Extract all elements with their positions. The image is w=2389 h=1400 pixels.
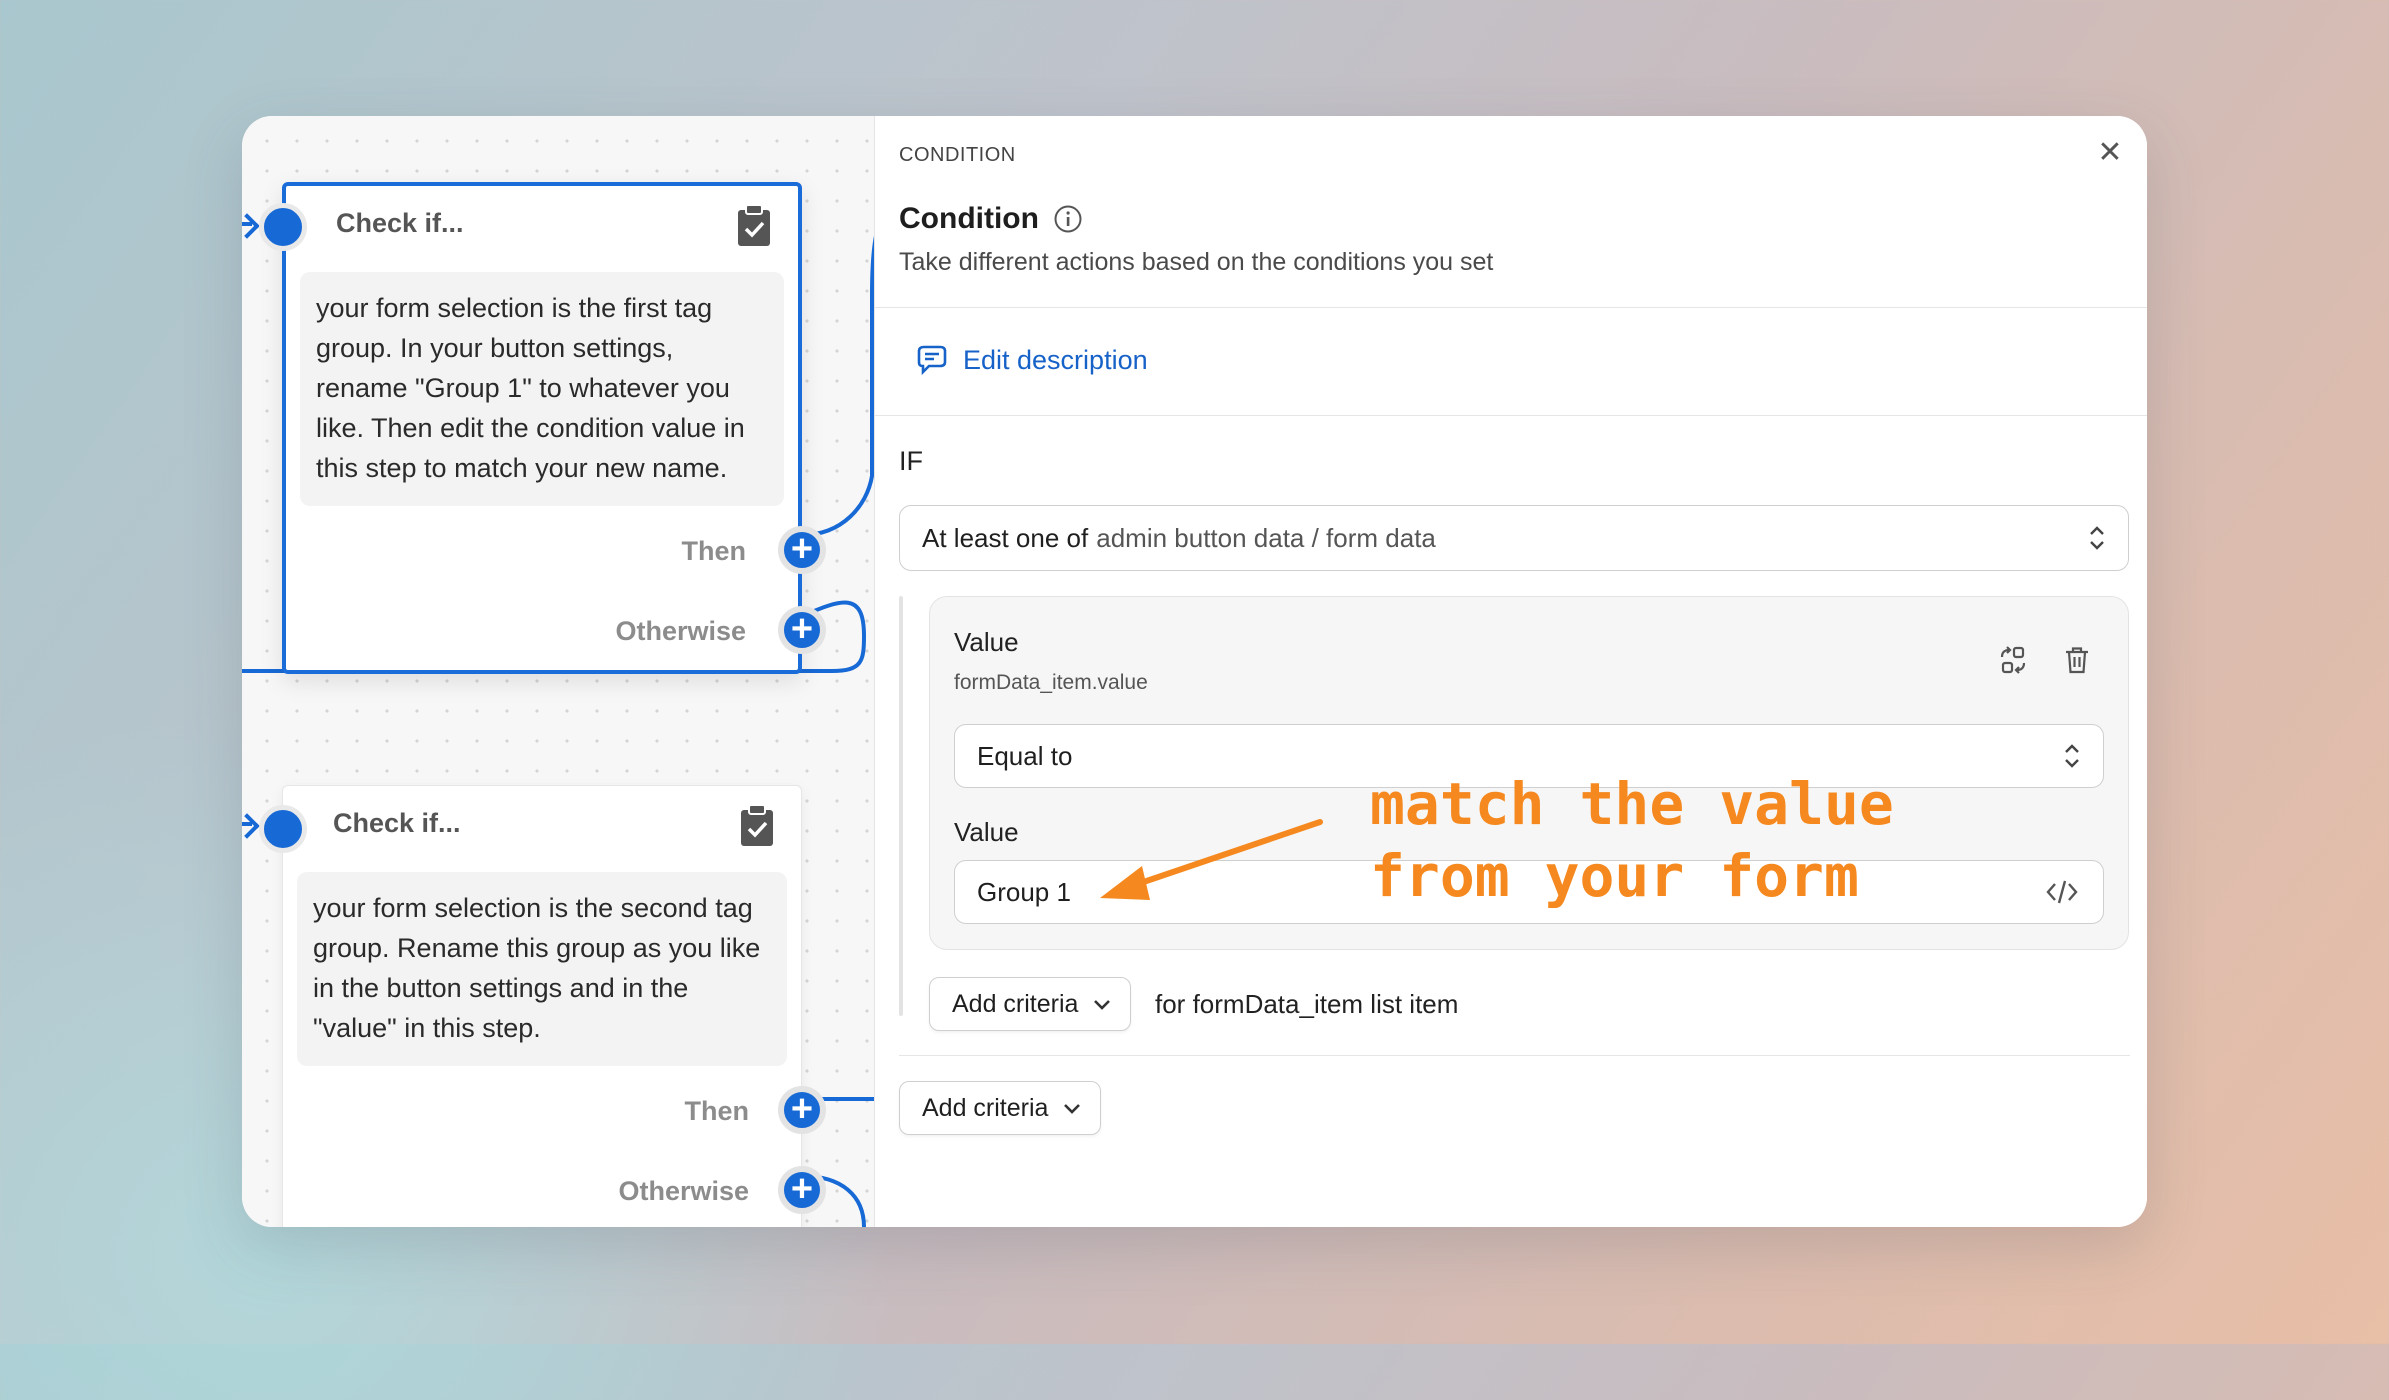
branch-then: Then + <box>286 510 826 590</box>
node-description: your form selection is the second tag gr… <box>297 872 787 1066</box>
info-icon[interactable] <box>1053 204 1083 234</box>
comment-edit-icon <box>917 345 947 376</box>
add-then-step-button[interactable]: + <box>778 526 826 574</box>
node-description: your form selection is the first tag gro… <box>300 272 784 506</box>
panel-subtitle: Take different actions based on the cond… <box>899 248 1494 276</box>
branch-then-label: Then <box>681 536 747 566</box>
add-otherwise-step-button[interactable]: + <box>778 606 826 654</box>
panel-title: Condition <box>899 202 1039 235</box>
condition-node[interactable]: Check if... your form selection is the f… <box>259 182 826 674</box>
divider <box>875 415 2147 416</box>
clipboard-check-icon <box>741 804 773 846</box>
add-criteria-outer-button[interactable]: Add criteria <box>899 1081 1102 1135</box>
close-icon[interactable]: ✕ <box>2095 138 2125 168</box>
code-icon[interactable] <box>2045 878 2079 906</box>
annotation-arrow-icon <box>1100 819 1323 900</box>
edit-description-button[interactable]: Edit description <box>915 340 1148 380</box>
trash-icon[interactable] <box>2062 645 2092 675</box>
node-title: Check if... <box>333 808 461 838</box>
add-otherwise-step-button[interactable]: + <box>778 1166 826 1214</box>
input-port[interactable] <box>259 805 307 853</box>
chevron-up-down-icon <box>2065 744 2079 768</box>
for-list-item-text: for formData_item list item <box>1155 989 1459 1019</box>
swap-icon[interactable] <box>1998 645 2028 675</box>
workflow-canvas[interactable]: Check if... your form selection is the f… <box>242 116 878 1227</box>
add-then-step-button[interactable]: + <box>778 1086 826 1134</box>
criteria-rail <box>899 596 903 1016</box>
chevron-down-icon <box>1094 1000 1111 1010</box>
edit-description-label: Edit description <box>963 344 1148 375</box>
scope-prefix: At least one of <box>922 522 1089 553</box>
scope-select[interactable]: At least one of admin button data / form… <box>899 505 2129 571</box>
if-label: IF <box>899 446 923 476</box>
condition-panel: CONDITION ✕ Condition Take different act… <box>874 116 2147 1227</box>
add-criteria-outer-label: Add criteria <box>922 1093 1049 1122</box>
branch-otherwise: Otherwise + <box>283 1150 826 1227</box>
add-criteria-inner-button[interactable]: Add criteria <box>929 977 1132 1031</box>
branch-then-label: Then <box>684 1096 750 1126</box>
node-title: Check if... <box>336 208 464 238</box>
branch-then: Then + <box>283 1070 826 1150</box>
divider <box>899 1055 2130 1056</box>
criteria-field-path: formData_item.value <box>954 671 1148 694</box>
condition-node[interactable]: Check if... your form selection is the s… <box>259 785 826 1227</box>
app-window: Check if... your form selection is the f… <box>242 116 2147 1227</box>
value-input-text: Group 1 <box>977 876 1071 907</box>
branch-otherwise-label: Otherwise <box>615 616 746 646</box>
scope-source: admin button data / form data <box>1096 522 1436 553</box>
chevron-up-down-icon <box>2090 526 2104 550</box>
annotation-text: match the value from your form <box>1370 770 1894 910</box>
branch-otherwise-label: Otherwise <box>618 1176 749 1206</box>
panel-eyebrow: CONDITION <box>899 144 1016 166</box>
branch-otherwise: Otherwise + <box>286 590 826 670</box>
criteria-field-label: Value <box>954 627 1019 657</box>
chevron-down-icon <box>1064 1104 1081 1114</box>
divider <box>875 307 2147 308</box>
input-port[interactable] <box>259 203 307 251</box>
clipboard-check-icon <box>738 204 770 246</box>
operator-value: Equal to <box>977 740 1073 771</box>
add-criteria-inner-label: Add criteria <box>952 989 1079 1018</box>
value-label: Value <box>954 817 1019 847</box>
